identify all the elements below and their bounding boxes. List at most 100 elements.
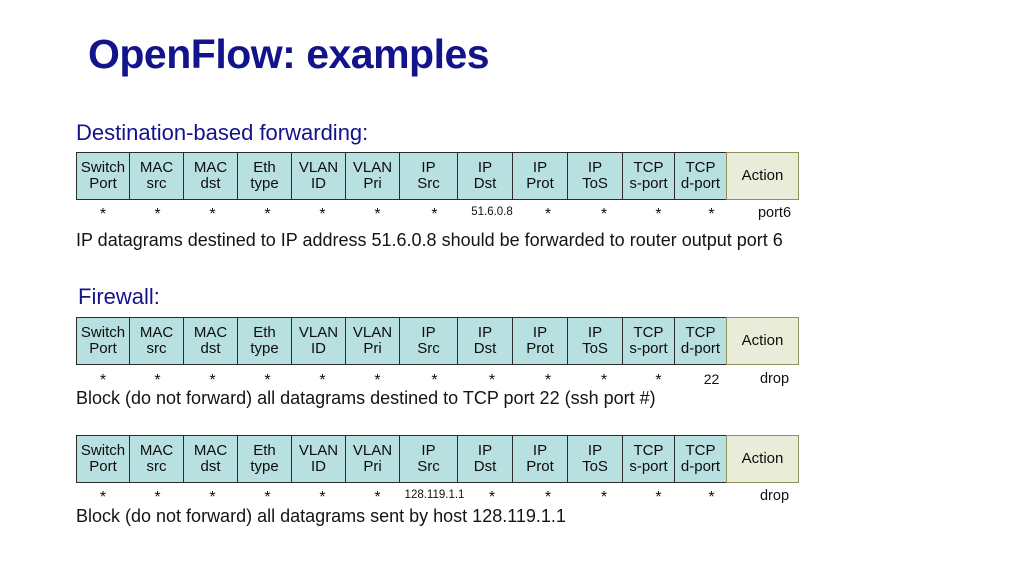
flow-header-label: MAC xyxy=(193,324,228,342)
flow-header-label: Action xyxy=(741,332,784,350)
flow-header-cell: IP Src xyxy=(399,435,458,483)
flow-header-sublabel: Dst xyxy=(473,458,497,475)
flow-header-sublabel: src xyxy=(146,340,167,357)
flow-header-cell: VLAN Pri xyxy=(345,317,400,365)
flow-value-cell: * xyxy=(319,372,326,389)
flow-header-cell: TCP d-port xyxy=(674,435,727,483)
flow-value-cell: * xyxy=(655,489,662,506)
flow-header-label: IP xyxy=(477,442,493,460)
flow-header-label: IP xyxy=(587,324,603,342)
flow-header-sublabel: Pri xyxy=(363,175,382,192)
flow-header-label: Action xyxy=(741,450,784,468)
flow-value-cell: * xyxy=(655,206,662,223)
flow-header-sublabel: Prot xyxy=(526,458,554,475)
flow-header-label: VLAN xyxy=(352,324,393,342)
flow-value-cell: * xyxy=(655,372,662,389)
flow-header-sublabel: Port xyxy=(89,458,117,475)
flow-header-label: VLAN xyxy=(298,159,339,177)
flow-header-label: IP xyxy=(532,159,548,177)
flow-header-sublabel: Pri xyxy=(363,458,382,475)
flow-header-sublabel: d-port xyxy=(680,458,721,475)
flow-header-label: TCP xyxy=(633,442,664,460)
flow-header-label: IP xyxy=(587,159,603,177)
flow-value-cell: * xyxy=(374,206,381,223)
flow-header-label: IP xyxy=(421,324,436,342)
flow-header-label: TCP xyxy=(685,324,716,342)
flow-header-cell: Action xyxy=(726,152,799,200)
flow-header-sublabel: Dst xyxy=(473,175,497,192)
flow-header-cell: IP ToS xyxy=(567,317,623,365)
flow-header-cell: VLAN Pri xyxy=(345,435,400,483)
flow-table-firewall-host: Switch Port MAC src MAC dst Eth type VLAN ID VLAN P… xyxy=(76,435,799,483)
flow-table-firewall-port: Switch Port MAC src MAC dst Eth type VLAN ID VLAN P… xyxy=(76,317,799,365)
flow-header-cell: TCP s-port xyxy=(622,317,675,365)
flow-header-label: VLAN xyxy=(352,442,393,460)
section-heading-forwarding: Destination-based forwarding: xyxy=(76,120,369,145)
flow-header-cell: TCP s-port xyxy=(622,435,675,483)
flow-value-cell: * xyxy=(374,372,381,389)
flow-value-cell: * xyxy=(209,372,216,389)
flow-header-sublabel: ID xyxy=(311,175,326,192)
flow-value-cell: * xyxy=(708,206,715,223)
flow-value-cell: * xyxy=(154,372,161,389)
flow-value-cell: * xyxy=(99,372,107,389)
flow-header-cell: Eth type xyxy=(237,435,292,483)
flow-header-cell: MAC dst xyxy=(183,317,238,365)
flow-value-cell: * xyxy=(264,206,271,223)
flow-value-cell: * xyxy=(431,206,438,223)
flow-header-label: IP xyxy=(421,159,436,177)
page-title: OpenFlow: examples xyxy=(88,31,490,77)
flow-header-sublabel: Src xyxy=(417,458,440,475)
flow-value-cell: * xyxy=(99,489,107,506)
flow-value-cell: * xyxy=(544,372,552,389)
flow-header-cell: IP Dst xyxy=(457,317,513,365)
flow-values-forwarding: * * * * * * * 51.6.0.8 * * * * port6 xyxy=(76,203,811,223)
flow-value-cell: * xyxy=(264,372,271,389)
flow-header-cell: VLAN Pri xyxy=(345,152,400,200)
flow-header-sublabel: s-port xyxy=(629,340,668,357)
flow-header-cell: TCP s-port xyxy=(622,152,675,200)
flow-header-sublabel: dst xyxy=(200,458,221,475)
flow-header-label: Switch xyxy=(80,159,126,177)
flow-header-cell: Action xyxy=(726,435,799,483)
flow-header-label: IP xyxy=(477,324,493,342)
flow-header-label: MAC xyxy=(193,159,228,177)
flow-value-cell: * xyxy=(488,372,496,389)
flow-header-sublabel: d-port xyxy=(680,175,721,192)
flow-value-cell: * xyxy=(600,372,608,389)
flow-value-cell: drop xyxy=(759,487,790,504)
flow-header-sublabel: Port xyxy=(89,340,117,357)
flow-header-label: IP xyxy=(587,442,603,460)
flow-header-sublabel: d-port xyxy=(680,340,721,357)
flow-header-cell: IP Src xyxy=(399,152,458,200)
caption-firewall-host: Block (do not forward) all datagrams sen… xyxy=(76,506,566,526)
flow-header-sublabel: dst xyxy=(200,340,221,357)
flow-header-sublabel: type xyxy=(250,458,279,475)
flow-header-sublabel: Dst xyxy=(473,340,497,357)
flow-header-sublabel: src xyxy=(146,175,167,192)
flow-header-cell: MAC src xyxy=(129,317,184,365)
flow-header-cell: IP Dst xyxy=(457,152,513,200)
flow-values-firewall-port: * * * * * * * * * * * 22 drop xyxy=(76,369,811,389)
flow-header-cell: IP Prot xyxy=(512,435,568,483)
flow-value-cell: * xyxy=(374,489,381,506)
flow-header-cell: IP Prot xyxy=(512,317,568,365)
flow-header-label: Switch xyxy=(80,442,126,460)
flow-value-cell: * xyxy=(319,206,326,223)
flow-header-cell: IP Dst xyxy=(457,435,513,483)
flow-header-label: MAC xyxy=(139,442,174,460)
flow-header-sublabel: Pri xyxy=(363,340,382,357)
flow-header-cell: Switch Port xyxy=(76,317,130,365)
flow-header-label: Eth xyxy=(253,159,276,177)
flow-header-sublabel: Src xyxy=(417,175,440,192)
flow-header-sublabel: Prot xyxy=(526,340,554,357)
flow-header-cell: MAC dst xyxy=(183,435,238,483)
flow-value-cell: * xyxy=(209,206,216,223)
flow-header-sublabel: src xyxy=(146,458,167,475)
flow-header-cell: IP ToS xyxy=(567,152,623,200)
flow-header-cell: VLAN ID xyxy=(291,317,346,365)
flow-value-cell: * xyxy=(209,489,216,506)
flow-value-cell: * xyxy=(154,489,161,506)
flow-value-cell: * xyxy=(154,206,161,223)
flow-header-sublabel: Port xyxy=(89,175,117,192)
